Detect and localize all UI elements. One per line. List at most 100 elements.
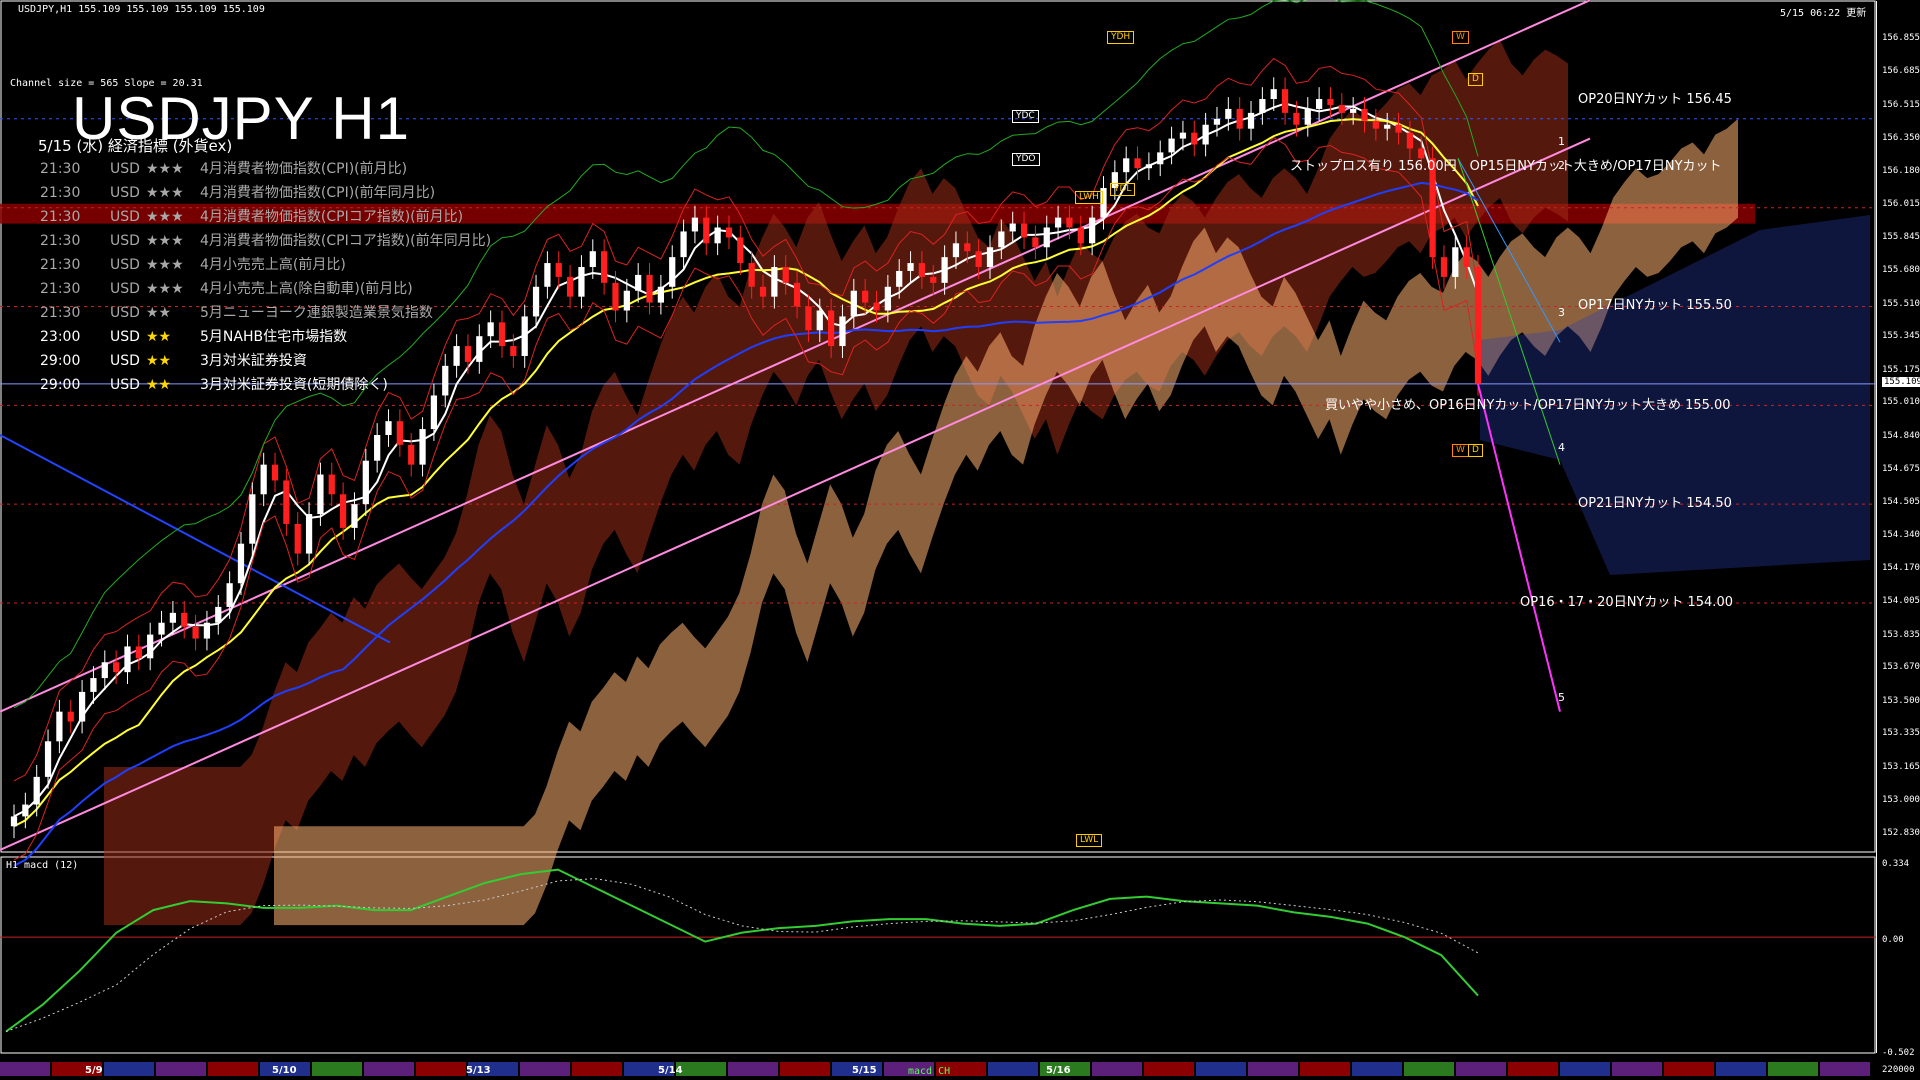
- candle-body-88: [1009, 223, 1016, 232]
- candle-body-28: [328, 474, 335, 495]
- event-stars: ★★★: [146, 161, 184, 177]
- candle-body-68: [782, 267, 789, 283]
- event-row: 21:30 USD ★★★ 4月小売売上高(除自動車)(前月比): [40, 278, 413, 298]
- candle-body-115: [1315, 99, 1323, 109]
- candle-body-107: [1225, 108, 1232, 119]
- date-strip-block-31: [1612, 1062, 1662, 1076]
- macd-tick-top: 0.334: [1882, 859, 1910, 869]
- level-label-op161720: OP16・17・20日NYカット 154.00: [1520, 595, 1733, 610]
- tag-d-top: D: [1468, 73, 1483, 86]
- candle-body-121: [1384, 124, 1391, 129]
- candle-body-114: [1304, 108, 1311, 125]
- candle-body-10: [124, 646, 131, 673]
- candle-body-8: [101, 662, 108, 679]
- date-label: 5/9: [85, 1065, 103, 1076]
- price-tick-label: 156.015: [1882, 198, 1920, 209]
- candle-body-71: [816, 310, 823, 331]
- last-price-label: 155.109: [1882, 376, 1920, 387]
- event-cur: USD: [110, 185, 140, 201]
- event-stars: ★★: [146, 377, 172, 393]
- candle-body-103: [1179, 132, 1187, 139]
- date-label: 5/10: [272, 1065, 297, 1076]
- tag-ydh: YDH: [1107, 31, 1135, 44]
- price-tick-label: 154.675: [1882, 463, 1920, 474]
- price-tick-label: 156.350: [1882, 132, 1920, 143]
- date-strip-block-32: [1664, 1062, 1714, 1076]
- event-name: 4月小売売上高(前月比): [200, 257, 346, 273]
- candle-body-49: [566, 276, 574, 297]
- candle-body-26: [305, 514, 313, 554]
- axis-divider: [1876, 1, 1877, 1053]
- candle-body-81: [930, 276, 937, 283]
- candle-body-35: [408, 444, 415, 465]
- level-label-stop: ストップロス有り 156.00円 OP15日NYカット大きめ/OP17日NYカッ…: [1290, 159, 1722, 174]
- event-name: 4月小売売上高(除自動車)(前月比): [200, 281, 413, 297]
- candle-body-19: [226, 583, 233, 607]
- price-tick-label: 155.010: [1882, 397, 1920, 408]
- price-tick-label: 152.830: [1882, 828, 1920, 839]
- event-row: 29:00 USD ★★ 3月対米証券投資(短期債除く): [40, 374, 388, 394]
- candle-body-42: [487, 322, 494, 337]
- event-cur: USD: [110, 161, 140, 177]
- tag-ydc: YDC: [1012, 110, 1039, 123]
- candle-body-55: [635, 274, 642, 291]
- candle-body-94: [1077, 227, 1084, 244]
- macd-tick-bottom: -0.502: [1882, 1048, 1915, 1058]
- candle-body-86: [986, 247, 994, 268]
- candle-body-93: [1066, 217, 1073, 228]
- macd-tick-zero: 0.00: [1882, 935, 1904, 945]
- candle-body-33: [385, 421, 392, 435]
- candle-body-65: [748, 263, 755, 287]
- candle-body-43: [498, 322, 506, 347]
- event-row: 21:30 USD ★★★ 4月消費者物価指数(CPIコア指数)(前年同月比): [40, 230, 491, 250]
- candle-body-16: [192, 626, 199, 639]
- candle-body-74: [850, 290, 857, 317]
- candle-body-123: [1406, 132, 1414, 149]
- price-tick-label: 155.845: [1882, 232, 1920, 243]
- event-time: 21:30: [40, 305, 81, 321]
- price-tick-label: 156.515: [1882, 99, 1920, 110]
- date-strip-block-6: [312, 1062, 362, 1076]
- candle-body-50: [578, 267, 585, 297]
- event-stars: ★★★: [146, 233, 184, 249]
- candle-body-17: [203, 622, 211, 639]
- date-strip-block-28: [1456, 1062, 1506, 1076]
- price-tick-label: 153.670: [1882, 662, 1920, 673]
- candle-body-127: [1452, 247, 1459, 277]
- event-cur: USD: [110, 305, 140, 321]
- candle-body-101: [1157, 152, 1164, 165]
- candle-body-40: [464, 346, 472, 362]
- updated-time: 5/15 06:22 更新: [1780, 8, 1867, 19]
- candle-body-0: [10, 816, 18, 827]
- candle-body-7: [90, 678, 97, 692]
- macd-tick-volume: 220000: [1882, 1065, 1915, 1075]
- candle-body-67: [771, 267, 778, 297]
- candle-body-100: [1145, 164, 1153, 169]
- candle-body-110: [1259, 99, 1266, 113]
- candle-body-105: [1202, 124, 1209, 145]
- date-strip-block-22: [1144, 1062, 1194, 1076]
- level-label-op21: OP21日NYカット 154.50: [1578, 496, 1732, 511]
- event-name: 3月対米証券投資: [200, 353, 307, 369]
- price-tick-label: 156.685: [1882, 66, 1920, 77]
- candle-body-53: [612, 282, 619, 311]
- event-stars: ★★: [146, 329, 172, 345]
- event-row: 21:30 USD ★★★ 4月消費者物価指数(CPI)(前月比): [40, 158, 407, 178]
- tag-w-low: W: [1452, 444, 1469, 457]
- candle-body-15: [181, 612, 188, 627]
- event-stars: ★★★: [146, 209, 184, 225]
- candle-body-76: [873, 302, 880, 311]
- price-tick-label: 154.840: [1882, 430, 1920, 441]
- event-name: 4月消費者物価指数(CPI)(前年同月比): [200, 185, 436, 201]
- wave-label-3: 3: [1558, 306, 1565, 319]
- candle-body-118: [1350, 108, 1357, 113]
- wave-label-2: 2: [1558, 159, 1565, 172]
- candle-body-98: [1123, 158, 1130, 173]
- wave-label-4: 4: [1558, 441, 1565, 454]
- candle-body-32: [374, 435, 381, 461]
- tag-lwh: LWH: [1075, 191, 1103, 204]
- price-tick-label: 154.170: [1882, 563, 1920, 574]
- price-tick-label: 155.345: [1882, 331, 1920, 342]
- wave-label-5: 5: [1558, 691, 1565, 704]
- candle-body-45: [521, 316, 528, 356]
